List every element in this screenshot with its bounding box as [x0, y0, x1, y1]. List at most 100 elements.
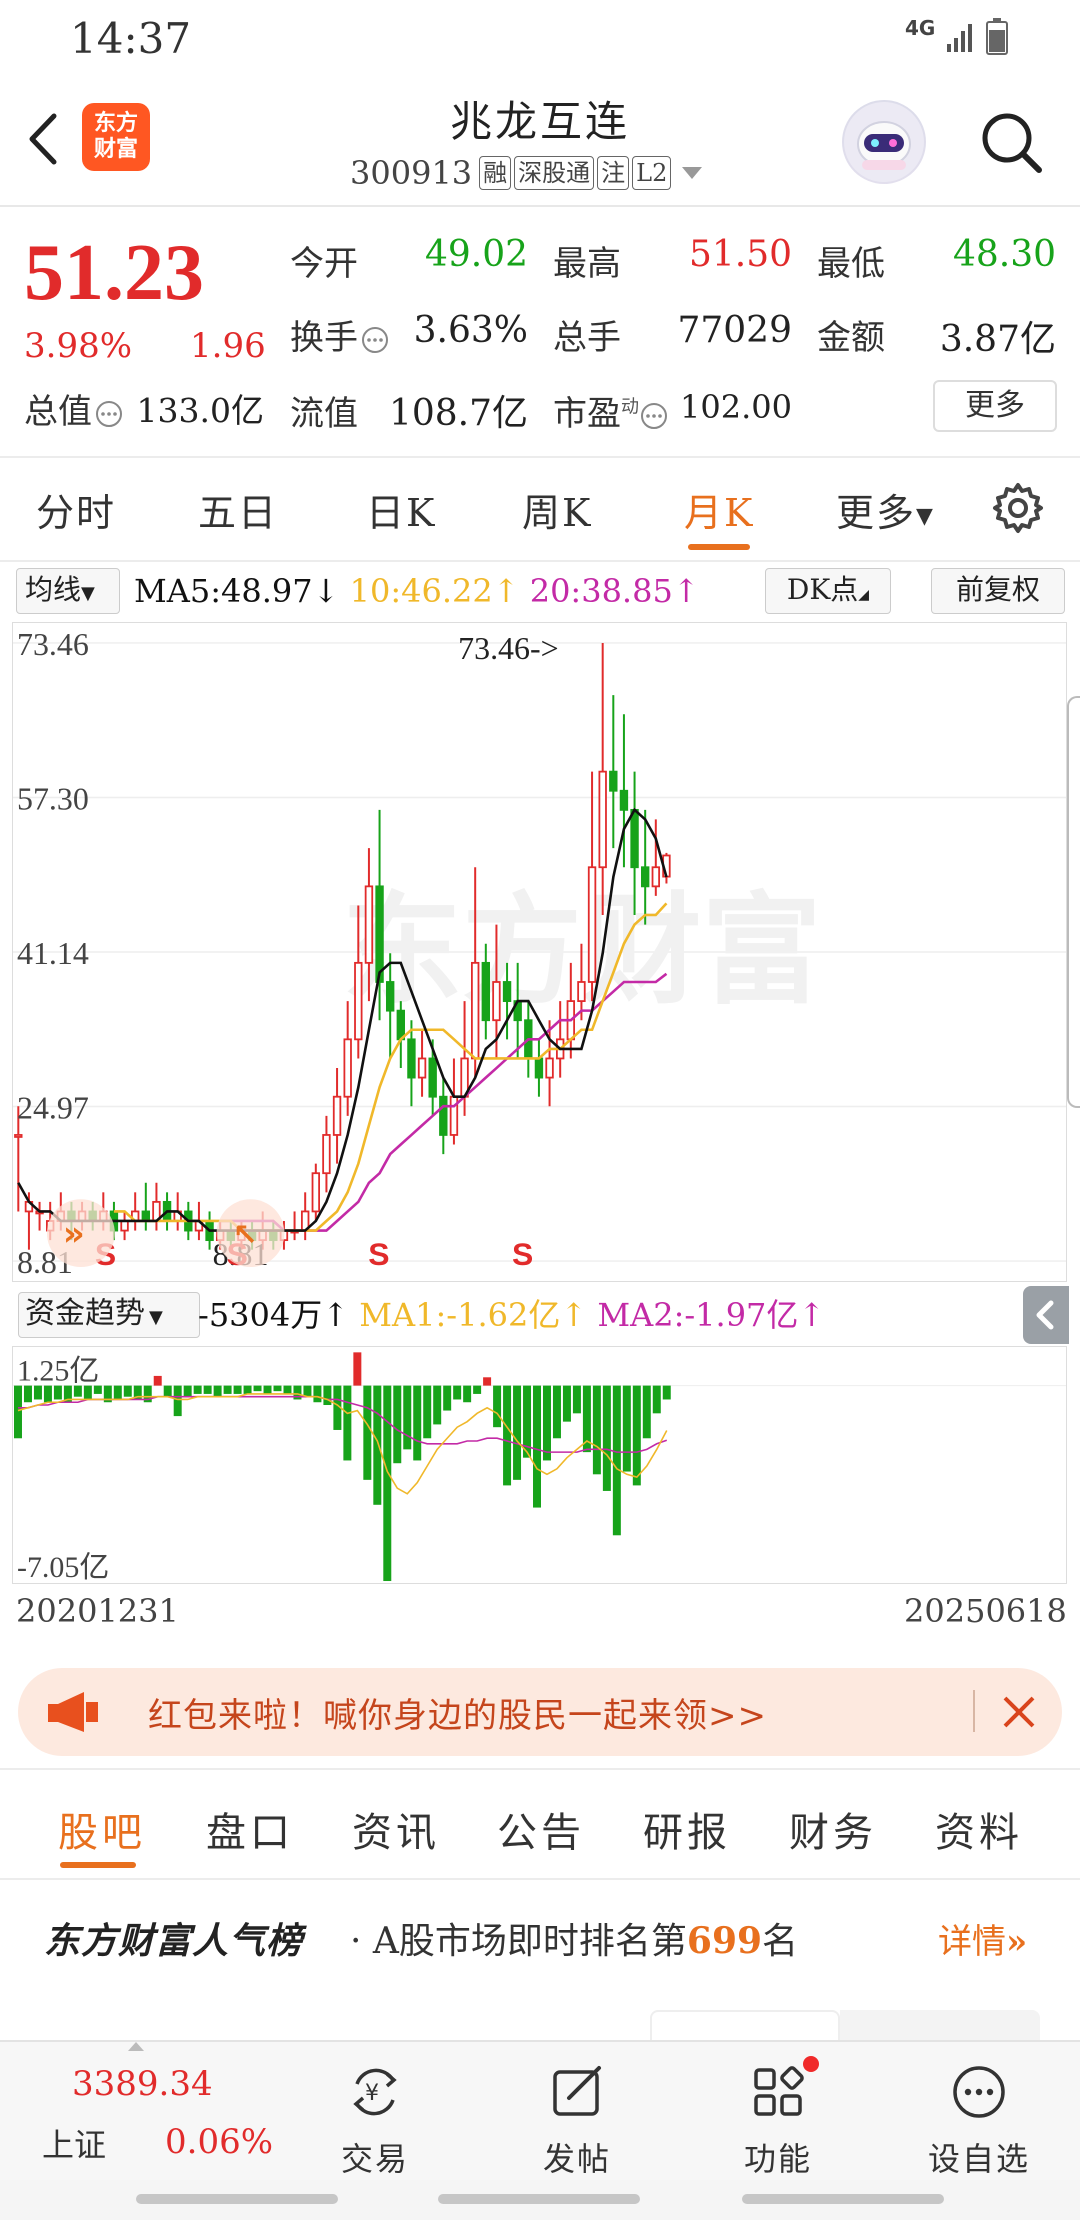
- chevron-down-icon[interactable]: [682, 167, 703, 179]
- popularity-ranking[interactable]: 东方财富人气榜 · A股市场即时排名第699名 详情»: [0, 1900, 1080, 1972]
- tab-financials[interactable]: 财务: [789, 1800, 877, 1858]
- outflow-bar: [213, 1385, 222, 1397]
- candle-up: [332, 1095, 342, 1136]
- indicator-row: 资金趋势 ▼ -5304万↑ MA1:-1.62亿↑ MA2:-1.97亿↑: [12, 1284, 1067, 1346]
- dk-badge[interactable]: »: [46, 1199, 115, 1268]
- outflow-bar: [123, 1385, 132, 1397]
- info-icon: [362, 327, 388, 353]
- nav-trade[interactable]: ¥ 交易: [310, 2052, 440, 2180]
- pe-value: 102.00: [680, 388, 792, 426]
- grid-function-icon: [754, 2066, 804, 2116]
- outflow-bar: [423, 1385, 432, 1439]
- gesture-handle[interactable]: [438, 2194, 640, 2204]
- tab-weekly-k[interactable]: 周K: [522, 482, 592, 537]
- tab-more[interactable]: 更多▼: [836, 482, 935, 537]
- mktcap-label-text: 总值: [24, 392, 92, 432]
- y-tick-label: 73.46: [17, 627, 89, 662]
- nav-functions[interactable]: 功能: [713, 2052, 843, 2180]
- tab-guba[interactable]: 股吧: [58, 1800, 146, 1858]
- settings-gear-icon[interactable]: [990, 480, 1046, 536]
- index-value: 3389.34: [72, 2064, 213, 2104]
- divider: [973, 1690, 975, 1732]
- tab-profile[interactable]: 资料: [935, 1800, 1023, 1858]
- candle-up: [120, 1220, 129, 1232]
- indicator-ma1: MA1:-1.62亿↑: [359, 1296, 588, 1334]
- close-icon[interactable]: [993, 1686, 1045, 1738]
- dk-badge[interactable]: ↖: [216, 1199, 285, 1268]
- high-label: 最高: [553, 244, 621, 284]
- candle-up: [598, 770, 607, 869]
- dk-point-button[interactable]: DK点◢: [765, 568, 891, 614]
- svg-text:↖: ↖: [233, 1218, 258, 1253]
- mktcap-label[interactable]: 总值: [24, 384, 124, 433]
- tab-intraday[interactable]: 分时: [36, 482, 116, 537]
- turnover-label[interactable]: 换手: [290, 310, 390, 359]
- svg-text:¥: ¥: [365, 2081, 379, 2106]
- ma-selector[interactable]: 均线▼: [16, 568, 120, 614]
- caret-down-icon: ▼: [149, 1307, 163, 1328]
- edit-post-icon: [553, 2066, 601, 2116]
- collapse-arrow-icon[interactable]: [1023, 1286, 1069, 1344]
- tab-daily-k[interactable]: 日K: [366, 482, 436, 537]
- outflow-bar: [533, 1385, 541, 1508]
- fund-flow-chart[interactable]: 1.25亿 -7.05亿: [12, 1346, 1067, 1584]
- tab-order-book[interactable]: 盘口: [206, 1800, 294, 1858]
- outflow-bar: [23, 1385, 32, 1403]
- float-value: 108.7亿: [388, 393, 528, 434]
- flow-bars: [13, 1352, 1066, 1582]
- gesture-handle[interactable]: [136, 2194, 338, 2204]
- outflow-bar: [313, 1385, 322, 1403]
- divider: [0, 205, 1080, 207]
- ranking-detail-link[interactable]: 详情»: [938, 1914, 1027, 1963]
- tab-announcements[interactable]: 公告: [497, 1800, 585, 1858]
- active-tab-indicator: [688, 544, 750, 550]
- low-label: 最低: [817, 244, 885, 284]
- promo-banner[interactable]: 红包来啦！喊你身边的股民一起来领>>: [18, 1668, 1062, 1756]
- candle-up: [311, 1172, 321, 1213]
- tab-research[interactable]: 研报: [643, 1800, 731, 1858]
- indicator-selector[interactable]: 资金趋势 ▼: [18, 1292, 200, 1338]
- candle-down: [428, 1057, 437, 1098]
- adjust-mode-button[interactable]: 前复权: [931, 568, 1065, 614]
- kline-chart[interactable]: 东方财富 73.4657.3041.1424.978.81 73.46-> 8.…: [12, 622, 1067, 1282]
- gesture-handle[interactable]: [742, 2194, 944, 2204]
- outflow-bar: [403, 1385, 412, 1450]
- outflow-bar: [113, 1385, 122, 1400]
- candle-down: [481, 961, 491, 1022]
- ranking-suffix: 名: [762, 1921, 799, 1962]
- outflow-bar: [303, 1385, 312, 1397]
- nav-post[interactable]: 发帖: [512, 2052, 642, 2180]
- divider: [0, 560, 1080, 562]
- outflow-bar: [273, 1385, 282, 1392]
- stock-code-row[interactable]: 300913 融 深股通 注 L2: [350, 152, 703, 194]
- outflow-bar: [193, 1385, 202, 1394]
- robot-assistant-icon[interactable]: [842, 100, 926, 184]
- indicator-value: -5304万↑: [198, 1296, 350, 1334]
- index-change-percent: 0.06%: [165, 2122, 274, 2162]
- tab-more-label: 更多: [836, 491, 917, 535]
- current-price: 51.23: [24, 229, 204, 317]
- candle-up: [354, 961, 363, 1041]
- divider: [0, 456, 1080, 458]
- tab-news[interactable]: 资讯: [352, 1800, 440, 1858]
- candle-up: [364, 885, 374, 964]
- flow-y-min: -7.05亿: [17, 1551, 109, 1584]
- tab-five-day[interactable]: 五日: [198, 482, 278, 537]
- turnover-value: 3.63%: [413, 310, 528, 351]
- pe-label[interactable]: 市盈动: [553, 386, 669, 435]
- pe-label-text: 市盈: [553, 394, 621, 434]
- outflow-bar: [253, 1385, 262, 1392]
- outflow-bar: [223, 1385, 232, 1394]
- outflow-bar: [652, 1385, 661, 1414]
- y-tick-label: 41.14: [17, 936, 89, 971]
- search-icon[interactable]: [975, 106, 1047, 178]
- nav-add-watchlist[interactable]: 设自选: [914, 2052, 1044, 2180]
- index-quote[interactable]: 3389.34 上证 0.06%: [0, 2042, 273, 2180]
- outflow-bar: [233, 1385, 242, 1394]
- more-button[interactable]: 更多: [933, 380, 1057, 432]
- tab-monthly-k[interactable]: 月K: [684, 482, 754, 537]
- side-scroll-handle[interactable]: [1067, 696, 1080, 1108]
- nav-add-watchlist-label: 设自选: [927, 2140, 1030, 2178]
- up-triangle-icon: [128, 2042, 144, 2051]
- ma-selector-label: 均线: [25, 573, 82, 606]
